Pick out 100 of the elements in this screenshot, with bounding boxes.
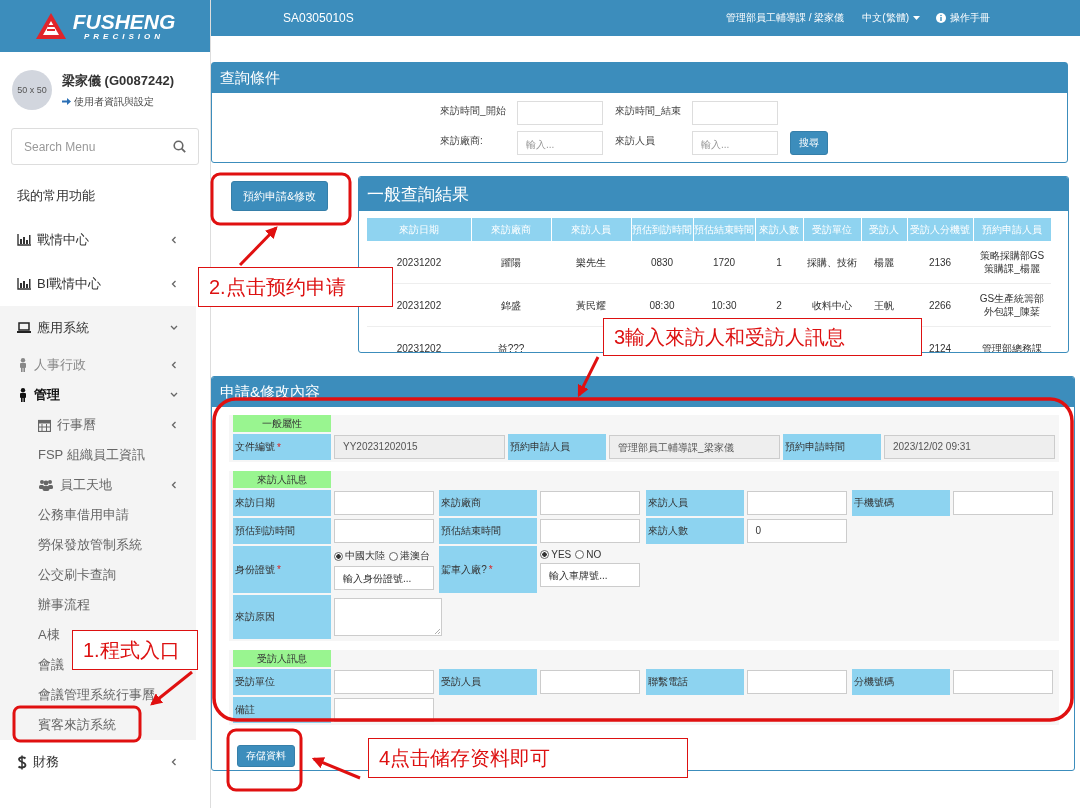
avatar: 50 x 50	[12, 70, 52, 110]
table-cell: 錦盛	[471, 283, 551, 327]
sidebar-menu-item[interactable]: BI戰情中心	[0, 262, 196, 306]
search-icon	[173, 140, 186, 153]
field-label: 來訪時間_結束	[615, 104, 682, 118]
field-label: 受訪單位	[233, 669, 331, 695]
radio-option[interactable]: 港澳台	[389, 549, 430, 563]
sidebar-menu-item[interactable]: 人事行政	[0, 350, 196, 380]
radio-button[interactable]	[389, 551, 398, 561]
sidebar-menu-item[interactable]: 財務	[0, 740, 196, 784]
logo-wordmark: FUSHENG	[72, 11, 176, 32]
sidebar-menu-item[interactable]: 辦事流程	[0, 590, 90, 620]
arrow	[577, 356, 600, 398]
field-label: 來訪人數	[645, 518, 744, 544]
input-field[interactable]	[952, 670, 1053, 694]
input-field[interactable]	[540, 491, 641, 515]
sidebar-menu-item[interactable]: 管理	[0, 380, 196, 410]
bar-chart-icon	[17, 278, 31, 290]
radio-option[interactable]: YES	[540, 549, 572, 560]
radio-button[interactable]	[334, 551, 343, 561]
page-code: SA0305010S	[283, 11, 354, 25]
input-field[interactable]: 輸入...	[517, 131, 603, 155]
sidebar-menu-item[interactable]: 賓客來訪系統	[0, 710, 116, 740]
search-button[interactable]: 搜尋	[790, 131, 828, 155]
input-field[interactable]: 0	[746, 519, 847, 543]
input-field[interactable]: 輸入...	[692, 131, 778, 155]
arrow-right-icon	[62, 97, 71, 106]
callout-label: 4点击储存资料即可	[368, 738, 688, 778]
input-field[interactable]	[540, 670, 641, 694]
input-field[interactable]: 輸入身份證號...	[334, 566, 434, 590]
sidebar-menu-item[interactable]: 員工天地	[0, 470, 196, 500]
input-field[interactable]	[334, 491, 434, 515]
field-label: 文件編號 *	[233, 434, 331, 460]
laptop-icon	[17, 322, 31, 334]
sidebar-menu-item[interactable]: 我的常用功能	[0, 174, 196, 218]
column-header: 預約申請人員	[973, 218, 1051, 241]
logo-icon	[34, 12, 67, 40]
input-field[interactable]	[334, 519, 434, 543]
user-department[interactable]: 管理部員工輔導課 / 梁家儀	[726, 11, 845, 25]
section-title: 來訪人訊息	[233, 471, 331, 488]
radio-option[interactable]: NO	[575, 549, 602, 560]
input-field[interactable]	[540, 519, 641, 543]
field-label: 受訪人員	[439, 669, 538, 695]
radio-option[interactable]: 中國大陸	[334, 549, 385, 563]
input-field[interactable]	[746, 491, 847, 515]
table-cell: 1	[755, 241, 803, 284]
table-cell: 20231202	[367, 326, 471, 352]
column-header: 來訪日期	[367, 218, 471, 241]
sidebar-menu-item[interactable]: 行事曆	[0, 410, 196, 440]
field-label: 預估結束時間	[439, 518, 538, 544]
field-label: 預估到訪時間	[233, 518, 331, 544]
person-icon	[18, 388, 28, 402]
input-field[interactable]	[746, 670, 847, 694]
sidebar-menu-item[interactable]: 會議	[0, 650, 64, 680]
input-field[interactable]	[692, 101, 778, 125]
input-field[interactable]	[517, 101, 603, 125]
section-title: 受訪人訊息	[233, 650, 331, 667]
arrow	[311, 757, 361, 780]
save-button[interactable]: 存儲資料	[237, 745, 295, 767]
sidebar-menu-item[interactable]: 戰情中心	[0, 218, 196, 262]
user-name: 梁家儀 (G0087242)	[62, 71, 174, 90]
radio-button[interactable]	[540, 550, 550, 559]
panel-title: 查詢條件	[212, 63, 1067, 93]
column-header: 來訪人數	[755, 218, 803, 241]
input-field[interactable]	[334, 670, 434, 694]
sidebar-menu-item[interactable]: 公交刷卡查詢	[0, 560, 116, 590]
field-label: 來訪原因	[233, 595, 331, 639]
readonly-field: YY20231202015	[334, 435, 505, 459]
field-label: 來訪時間_開始	[440, 104, 507, 118]
callout-label: 3輸入來訪人和受訪人訊息	[603, 318, 922, 356]
table-cell: 0830	[631, 241, 693, 284]
sidebar-menu-item[interactable]: 會議管理系統行事曆	[0, 680, 155, 710]
field-label: 來訪廠商	[439, 490, 538, 516]
text-area[interactable]	[334, 598, 442, 636]
logo-tagline: PRECISION	[84, 33, 164, 41]
new-booking-button[interactable]: 預約申請&修改	[231, 181, 329, 211]
sidebar-menu-item[interactable]: 公務車借用申請	[0, 500, 129, 530]
callout-label: 1.程式入口	[72, 630, 198, 670]
info-icon	[936, 13, 946, 23]
sidebar-menu-item[interactable]: 勞保發放管制系統	[0, 530, 142, 560]
table-cell: 2136	[907, 241, 973, 284]
caret-icon	[913, 16, 920, 20]
table-cell: 躍陽	[471, 241, 551, 284]
field-label: 來訪廠商:	[440, 134, 484, 148]
panel-title: 一般查詢結果	[359, 177, 1068, 211]
sidebar-menu-item[interactable]: FSP 組織員工資訊	[0, 440, 145, 470]
sidebar-menu-item[interactable]: 應用系統	[0, 306, 196, 350]
calendar-icon	[38, 418, 51, 432]
input-field[interactable]: 輸入車牌號...	[540, 563, 641, 587]
table-cell: 策略採購部GS策購課_楊麗	[973, 241, 1051, 284]
radio-button[interactable]	[575, 550, 585, 559]
language-dropdown[interactable]: 中文(繁體)	[862, 11, 920, 25]
input-field[interactable]	[952, 491, 1053, 515]
search-field[interactable]: Search Menu	[11, 128, 199, 165]
column-header: 預估到訪時間	[631, 218, 693, 241]
sidebar-menu-item[interactable]: A棟	[0, 620, 60, 650]
column-header: 來訪廠商	[471, 218, 551, 241]
readonly-field: 管理部員工輔導課_梁家儀	[609, 435, 780, 459]
user-settings-link[interactable]: 使用者資訊與設定	[62, 94, 174, 109]
manual-link[interactable]: 操作手冊	[936, 11, 990, 25]
